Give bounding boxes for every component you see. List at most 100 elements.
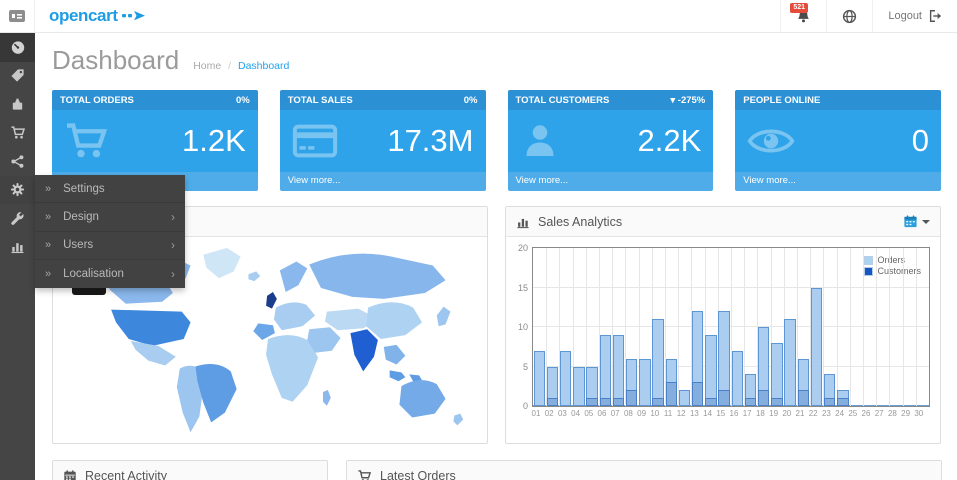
sidebar-item-catalog[interactable] [0, 62, 35, 91]
orders-bar-12[interactable] [679, 390, 691, 406]
orders-bar-10[interactable] [652, 319, 664, 406]
customers-bar-02[interactable] [547, 398, 559, 406]
sidebar-item-sales[interactable] [0, 119, 35, 148]
expander-icon: » [45, 268, 51, 280]
flyout-item-localisation[interactable]: » Localisation › [35, 260, 185, 288]
customers-bar-24[interactable] [837, 398, 849, 406]
opencart-logo[interactable]: opencart [35, 0, 160, 32]
sales-analytics-chart[interactable]: OrdersCustomers [532, 247, 930, 407]
customers-bar-13[interactable] [692, 382, 704, 406]
tile-delta: 0% [236, 95, 250, 106]
sidebar-item-marketing[interactable] [0, 147, 35, 176]
flyout-item-settings[interactable]: » Settings [35, 175, 185, 203]
chevron-right-icon: › [171, 210, 175, 224]
orders-bar-19[interactable] [771, 343, 783, 406]
customers-bar-07[interactable] [613, 398, 625, 406]
tile-value: 17.3M [387, 123, 473, 159]
credit-card-icon [292, 123, 338, 159]
chart-range-dropdown[interactable] [903, 214, 930, 229]
stores-button[interactable] [826, 0, 872, 32]
orders-bar-22[interactable] [811, 288, 823, 407]
customers-bar-19[interactable] [771, 398, 783, 406]
panel-title: Recent Activity [85, 469, 167, 480]
tile-value: 2.2K [637, 123, 701, 159]
orders-bar-14[interactable] [705, 335, 717, 406]
orders-bar-16[interactable] [732, 351, 744, 406]
chevron-right-icon: › [171, 238, 175, 252]
tile-people-online: PEOPLE ONLINE 0 View more... [735, 90, 941, 191]
tile-total-sales: TOTAL SALES 0% 17.3M View more... [280, 90, 486, 191]
latest-orders-panel: Latest Orders [346, 460, 942, 480]
logout-button[interactable]: Logout [872, 0, 957, 32]
menu-toggle-button[interactable] [0, 0, 35, 32]
sidebar-item-dashboard[interactable] [0, 33, 35, 62]
sidebar-item-reports[interactable] [0, 233, 35, 262]
sidebar-item-tools[interactable] [0, 204, 35, 233]
logout-icon [928, 9, 942, 23]
breadcrumb: Home / Dashboard [193, 60, 289, 72]
orders-bar-20[interactable] [784, 319, 796, 406]
flyout-item-label: Users [63, 239, 93, 251]
orders-bar-04[interactable] [573, 367, 585, 407]
recent-activity-panel: Recent Activity [52, 460, 328, 480]
orders-bar-09[interactable] [639, 359, 651, 406]
customers-bar-11[interactable] [666, 382, 678, 406]
flyout-item-design[interactable]: » Design › [35, 203, 185, 231]
tile-delta: ▾ -275% [670, 95, 705, 106]
orders-bar-07[interactable] [613, 335, 625, 406]
page-title: Dashboard [52, 45, 179, 76]
user-icon [520, 121, 560, 161]
marketing-share-icon [10, 154, 25, 169]
flyout-item-label: Design [63, 211, 99, 223]
legend-item-customers: Customers [864, 266, 921, 276]
expander-icon: » [45, 183, 51, 195]
legend-swatch [864, 256, 873, 265]
orders-bar-06[interactable] [600, 335, 612, 406]
shopping-cart-icon [64, 121, 110, 161]
customers-bar-08[interactable] [626, 390, 638, 406]
breadcrumb-separator: / [228, 60, 231, 72]
tile-total-customers: TOTAL CUSTOMERS ▾ -275% 2.2K View more..… [508, 90, 714, 191]
system-gear-icon [10, 182, 25, 197]
customers-bar-06[interactable] [600, 398, 612, 406]
view-more-link[interactable]: View more... [280, 172, 486, 191]
tile-delta: 0% [464, 95, 478, 106]
customers-bar-05[interactable] [586, 398, 598, 406]
customers-bar-10[interactable] [652, 398, 664, 406]
customers-bar-18[interactable] [758, 390, 770, 406]
catalog-tag-icon [10, 68, 25, 83]
tile-title: TOTAL ORDERS [60, 95, 134, 106]
customers-bar-17[interactable] [745, 398, 757, 406]
chevron-right-icon: › [171, 267, 175, 281]
menu-toggle-icon [9, 10, 25, 22]
calendar-icon [903, 214, 918, 229]
tile-title: TOTAL CUSTOMERS [516, 95, 610, 106]
customers-bar-21[interactable] [798, 390, 810, 406]
expander-icon: » [45, 211, 51, 223]
chart-x-axis-labels: 0102030405060708091011121314151617181920… [532, 407, 930, 421]
orders-bar-01[interactable] [534, 351, 546, 406]
shopping-cart-icon [357, 469, 372, 480]
breadcrumb-home[interactable]: Home [193, 60, 221, 72]
opencart-logo-text: opencart [49, 6, 118, 26]
expander-icon: » [45, 239, 51, 251]
flyout-item-label: Settings [63, 183, 105, 195]
logout-label: Logout [888, 10, 922, 22]
flyout-item-users[interactable]: » Users › [35, 232, 185, 260]
customers-bar-23[interactable] [824, 398, 836, 406]
orders-bar-03[interactable] [560, 351, 572, 406]
view-more-link[interactable]: View more... [735, 172, 941, 191]
customers-bar-14[interactable] [705, 398, 717, 406]
sales-cart-icon [10, 125, 26, 140]
notifications-button[interactable]: 521 [780, 0, 826, 32]
notification-badge: 521 [790, 3, 808, 13]
top-bar: opencart 521 Logout [0, 0, 957, 33]
flyout-shadow-tab [72, 288, 106, 295]
sidebar-item-system[interactable] [0, 176, 35, 205]
customers-bar-15[interactable] [718, 390, 730, 406]
sidebar-item-extensions[interactable] [0, 90, 35, 119]
dashboard-gauge-icon [10, 39, 26, 55]
legend-item-orders: Orders [864, 255, 921, 265]
view-more-link[interactable]: View more... [508, 172, 714, 191]
breadcrumb-current[interactable]: Dashboard [238, 60, 289, 72]
